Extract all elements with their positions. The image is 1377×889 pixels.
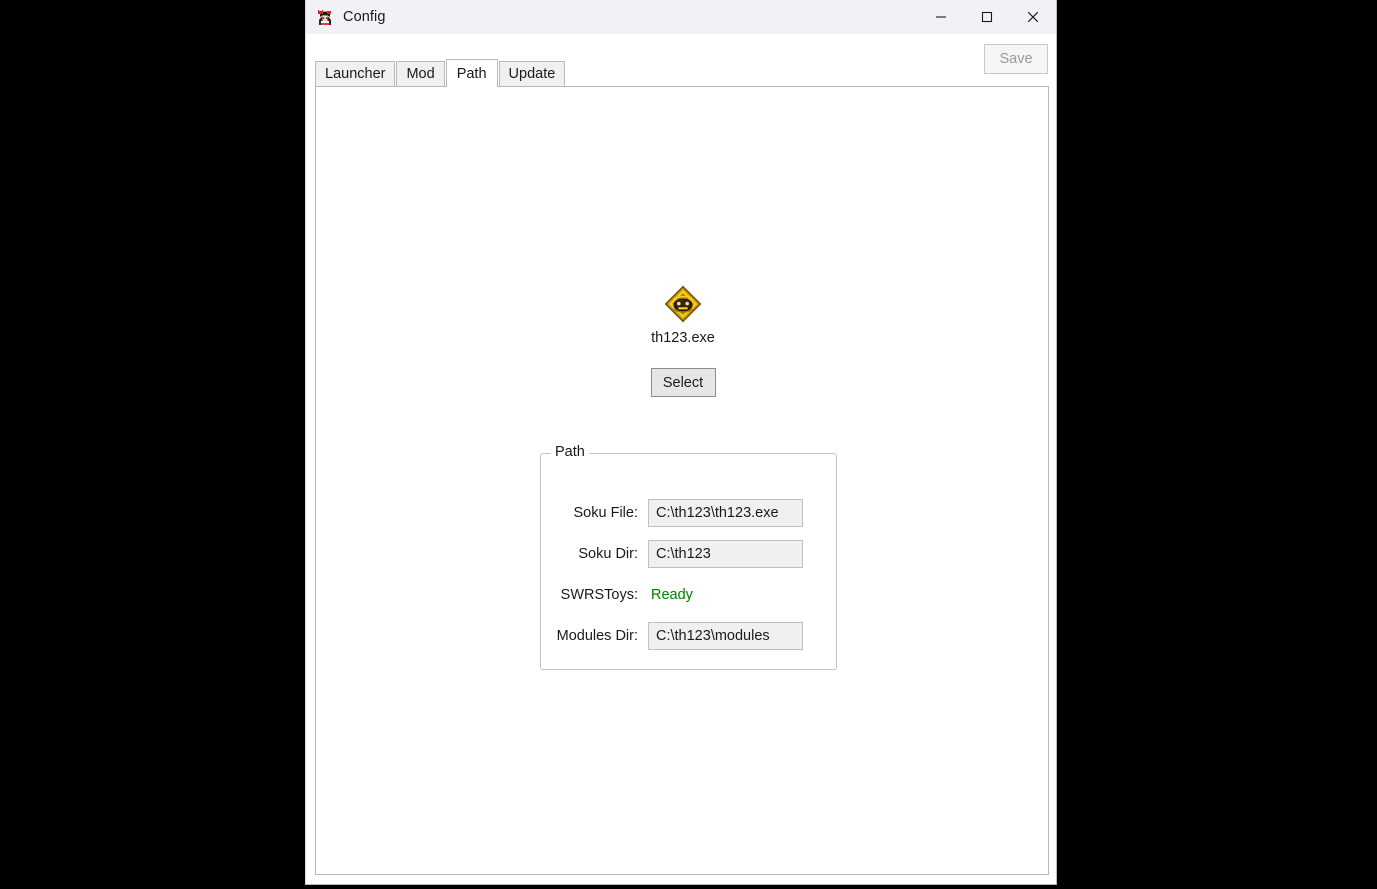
tab-strip: Launcher Mod Path Update — [315, 59, 566, 87]
path-group-legend: Path — [551, 444, 589, 460]
minimize-button[interactable] — [918, 0, 964, 34]
title-bar: Config — [306, 0, 1056, 34]
tab-launcher[interactable]: Launcher — [315, 61, 396, 86]
tab-panel-path: th123.exe Select Path Soku File: C:\th12… — [315, 86, 1049, 875]
path-rows: Soku File: C:\th123\th123.exe Soku Dir: … — [541, 492, 836, 656]
close-button[interactable] — [1010, 0, 1056, 34]
swrstoys-label: SWRSToys: — [560, 586, 638, 603]
path-group-box: Path Soku File: C:\th123\th123.exe Soku … — [540, 444, 837, 670]
maximize-icon — [981, 11, 993, 23]
maximize-button[interactable] — [964, 0, 1010, 34]
tab-update[interactable]: Update — [498, 61, 566, 86]
modules-dir-label: Modules Dir: — [556, 627, 638, 644]
app-icon — [316, 8, 334, 26]
path-row-soku-dir: Soku Dir: C:\th123 — [541, 533, 836, 574]
close-icon — [1027, 11, 1039, 23]
soku-file-label: Soku File: — [573, 504, 638, 521]
window-controls — [918, 0, 1056, 34]
soku-file-input[interactable]: C:\th123\th123.exe — [648, 498, 803, 527]
swrstoys-status: Ready — [651, 586, 693, 603]
config-window: Config Save Launcher Mod Path Update th1… — [305, 0, 1057, 885]
tab-path[interactable]: Path — [445, 59, 498, 87]
tab-mod[interactable]: Mod — [396, 61, 445, 86]
path-row-soku-file: Soku File: C:\th123\th123.exe — [541, 492, 836, 533]
save-button[interactable]: Save — [984, 44, 1048, 74]
toolbar: Save — [984, 44, 1048, 74]
soku-dir-input[interactable]: C:\th123 — [648, 539, 803, 568]
soku-dir-label: Soku Dir: — [578, 545, 638, 562]
modules-dir-input[interactable]: C:\th123\modules — [648, 621, 803, 650]
select-button[interactable]: Select — [650, 368, 716, 397]
path-row-modules-dir: Modules Dir: C:\th123\modules — [541, 615, 836, 656]
window-title: Config — [343, 9, 386, 25]
path-row-swrstoys: SWRSToys: Ready — [541, 574, 836, 615]
exe-file-name: th123.exe — [651, 330, 715, 346]
exe-preview: th123.exe Select — [316, 87, 1050, 397]
minimize-icon — [936, 16, 946, 18]
th123-exe-icon — [664, 285, 702, 323]
